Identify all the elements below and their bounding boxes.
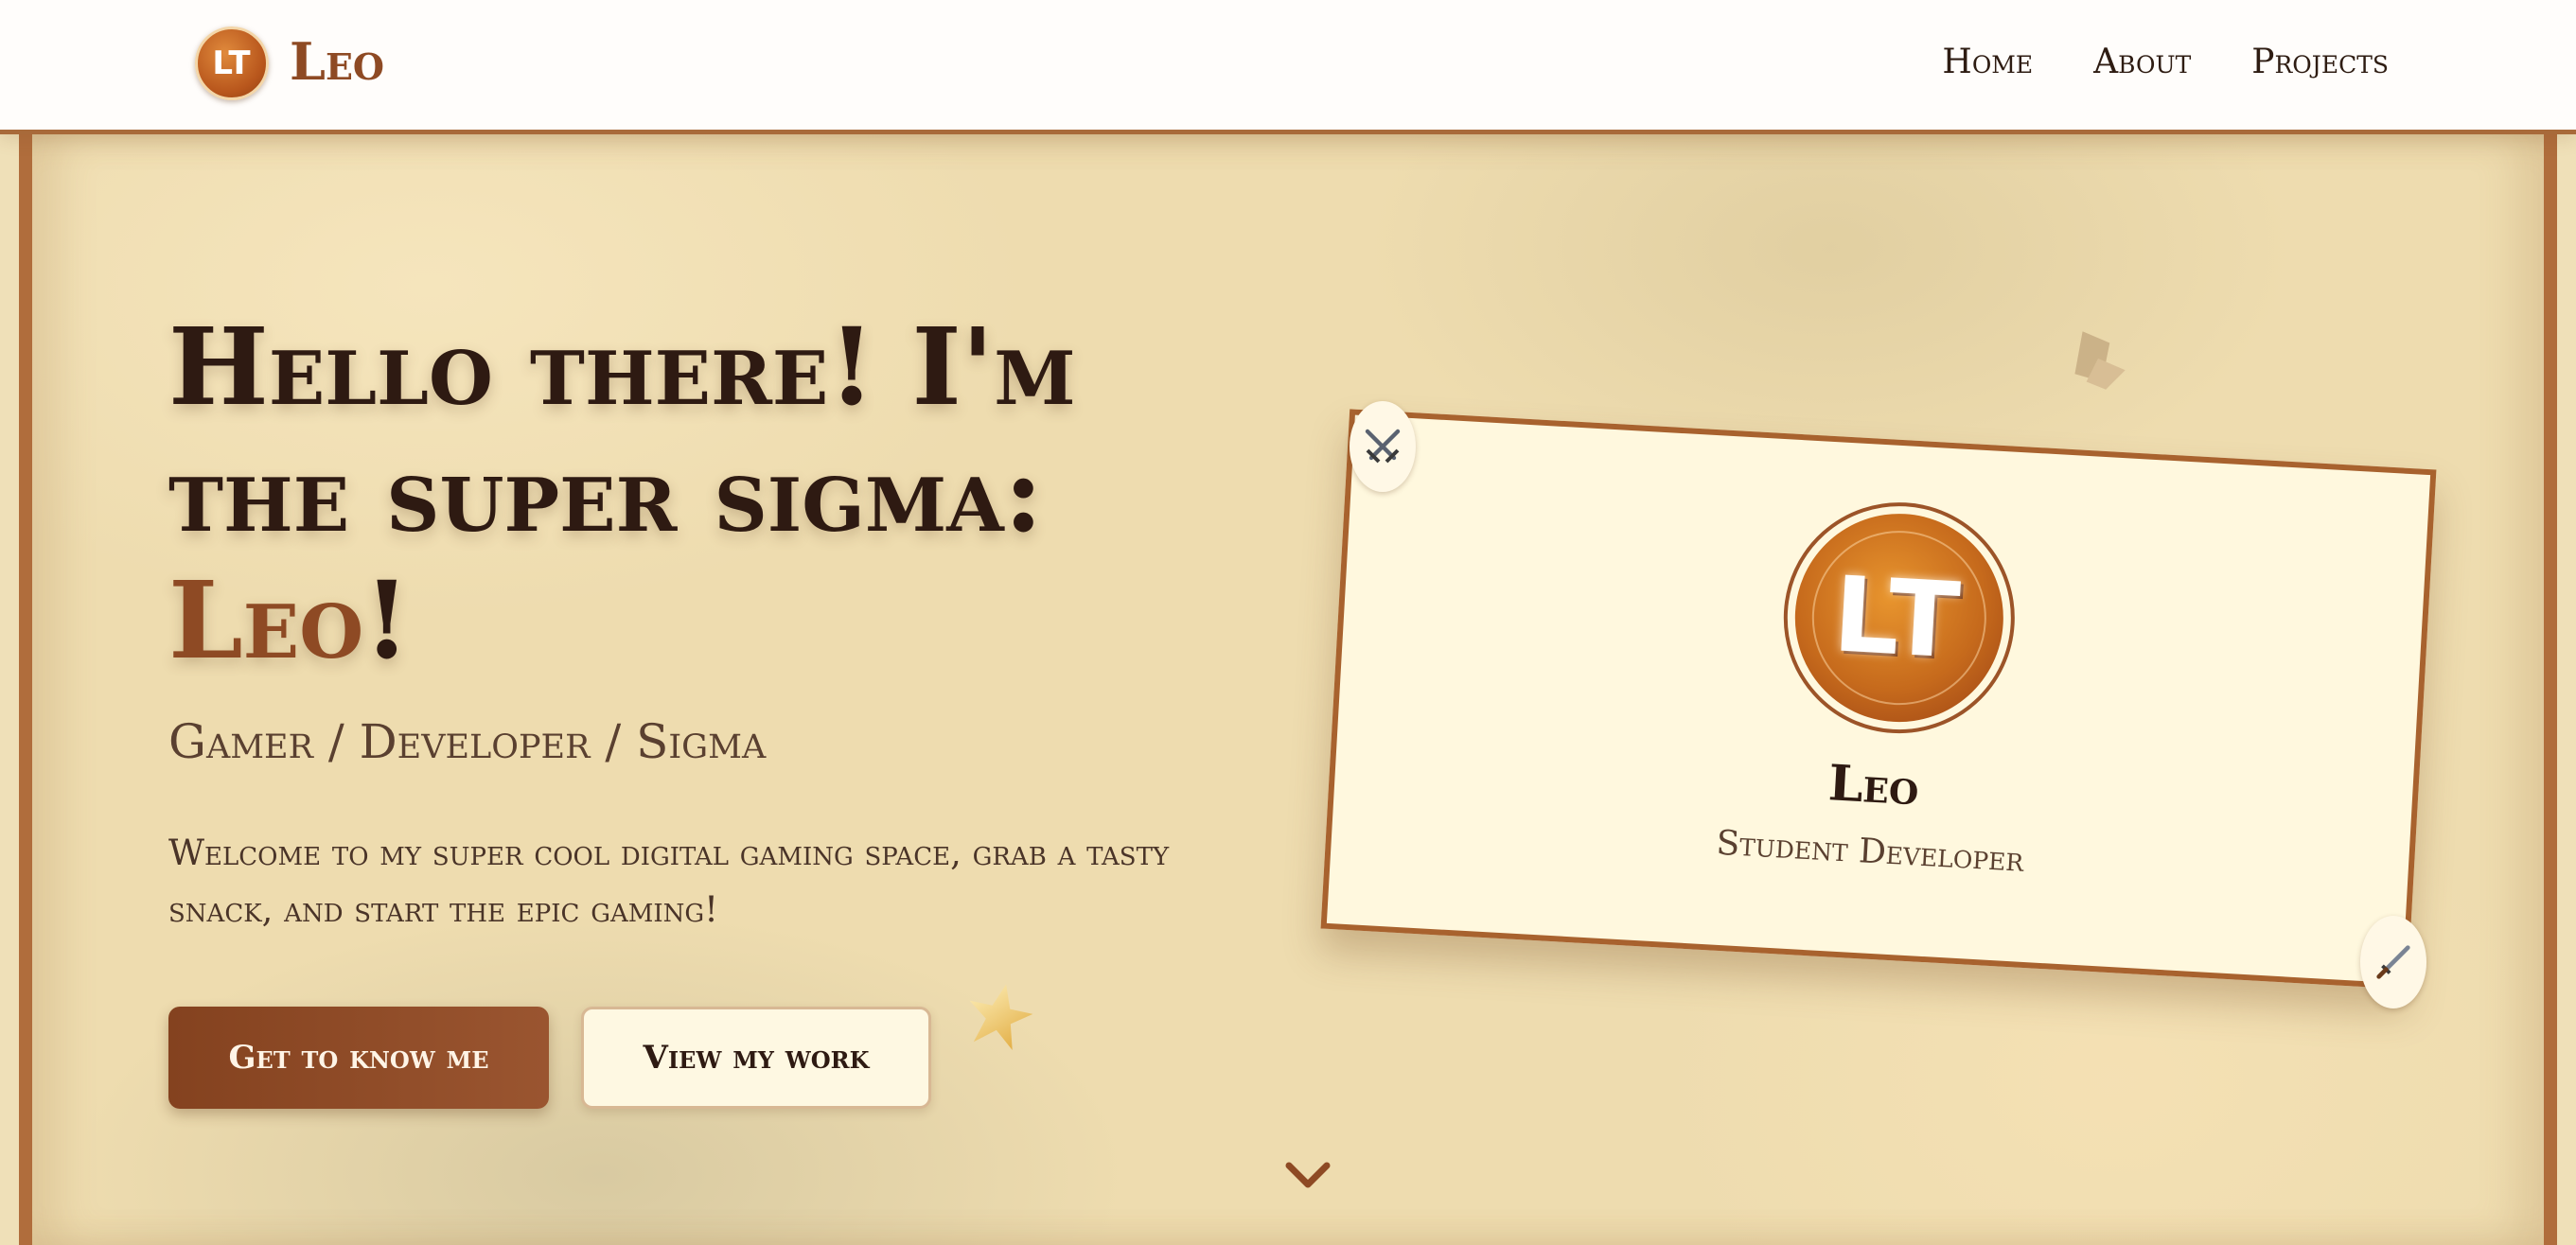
view-my-work-button[interactable]: View my work (581, 1007, 931, 1109)
navbar: LT Leo Home About Projects (0, 0, 2576, 134)
dagger-svg (2376, 945, 2410, 979)
get-to-know-me-button[interactable]: Get to know me (168, 1007, 549, 1109)
hero-title-line2: the super sigma: (168, 432, 1044, 556)
crossed-swords-svg (1365, 429, 1401, 464)
hero-subtitle: Gamer / Developer / Sigma (168, 714, 767, 769)
hero-title: Hello there! I'm the super sigma: Leo! (168, 305, 1285, 685)
avatar-medallion: LT (1789, 508, 2009, 728)
nav-links: Home About Projects (1942, 40, 2389, 85)
crossed-swords-icon (1350, 401, 1416, 492)
hero-description: Welcome to my super cool digital gaming … (168, 833, 1170, 930)
gem-icon (2074, 331, 2126, 390)
nav-link-about[interactable]: About (2093, 40, 2191, 85)
logo-badge[interactable]: LT (195, 26, 269, 100)
dagger-icon (2360, 916, 2426, 1008)
brand-name[interactable]: Leo (290, 28, 384, 95)
hero-title-line1: Hello there! I'm (168, 306, 1076, 430)
hero-title-suffix: ! (363, 559, 411, 683)
chevron-down-icon[interactable] (1283, 1156, 1332, 1194)
nav-link-home[interactable]: Home (1942, 40, 2033, 85)
star-icon (969, 984, 1033, 1050)
avatar-ring (1807, 526, 1991, 710)
nav-link-projects[interactable]: Projects (2251, 40, 2389, 85)
logo-text: LT (212, 44, 252, 82)
hero-title-name: Leo (168, 559, 364, 683)
profile-card: LT Leo Student Developer (1320, 409, 2437, 990)
avatar: LT (1777, 496, 2021, 740)
